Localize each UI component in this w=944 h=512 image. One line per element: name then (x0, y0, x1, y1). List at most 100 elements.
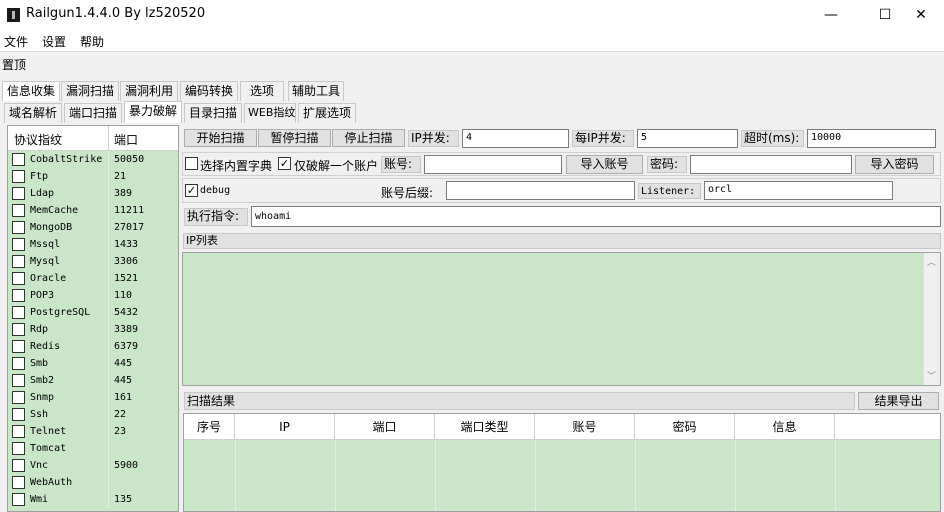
protocol-row[interactable]: Vnc 5900 (8, 457, 178, 474)
debug-checkbox[interactable]: ✓ (185, 184, 198, 197)
exec-command-label: 执行指令: (184, 208, 248, 226)
menu-settings[interactable]: 设置 (42, 33, 66, 50)
protocol-row[interactable]: CobaltStrike 50050 (8, 151, 178, 168)
tab-options[interactable]: 选项 (240, 81, 284, 101)
protocol-row[interactable]: Telnet 23 (8, 423, 178, 440)
protocol-checkbox[interactable] (12, 459, 25, 472)
protocol-checkbox[interactable] (12, 493, 25, 506)
tab-vuln-exploit[interactable]: 漏洞利用 (120, 81, 178, 101)
protocol-checkbox[interactable] (12, 153, 25, 166)
protocol-checkbox[interactable] (12, 272, 25, 285)
scroll-down-arrow-icon[interactable]: ﹀ (927, 369, 936, 382)
col-result-port[interactable]: 端口 (335, 414, 435, 440)
col-info[interactable]: 信息 (735, 414, 835, 440)
protocol-checkbox[interactable] (12, 357, 25, 370)
protocol-port: 445 (114, 375, 133, 386)
protocol-checkbox[interactable] (12, 374, 25, 387)
protocol-name: Vnc (30, 460, 49, 471)
menu-help[interactable]: 帮助 (80, 33, 104, 50)
stop-scan-button[interactable]: 停止扫描 (332, 129, 405, 147)
scroll-up-arrow-icon[interactable]: ︿ (927, 255, 936, 268)
tab-brute-force[interactable]: 暴力破解 (124, 101, 182, 123)
protocol-row[interactable]: Smb2 445 (8, 372, 178, 389)
listener-input[interactable]: orcl (704, 181, 893, 200)
tab-info-gathering[interactable]: 信息收集 (2, 81, 60, 101)
password-input[interactable] (690, 155, 852, 174)
import-password-button[interactable]: 导入密码 (855, 155, 934, 174)
protocol-checkbox[interactable] (12, 289, 25, 302)
menu-file[interactable]: 文件 (4, 33, 28, 50)
protocol-row[interactable]: Redis 6379 (8, 338, 178, 355)
tab-vuln-scan[interactable]: 漏洞扫描 (61, 81, 119, 101)
protocol-checkbox[interactable] (12, 255, 25, 268)
ip-list-textarea[interactable]: ︿ ﹀ (182, 252, 941, 386)
close-button[interactable]: ✕ (898, 0, 944, 30)
per-ip-concurrency-input[interactable]: 5 (637, 129, 738, 148)
protocol-checkbox[interactable] (12, 391, 25, 404)
protocol-checkbox[interactable] (12, 221, 25, 234)
protocol-row[interactable]: Ldap 389 (8, 185, 178, 202)
protocol-row[interactable]: MemCache 11211 (8, 202, 178, 219)
col-password[interactable]: 密码 (635, 414, 735, 440)
protocol-checkbox[interactable] (12, 476, 25, 489)
tab-domain-resolve[interactable]: 域名解析 (4, 103, 62, 123)
export-results-button[interactable]: 结果导出 (858, 392, 939, 410)
protocol-port: 161 (114, 392, 133, 403)
tab-web-fingerprint[interactable]: WEB指纹 (244, 103, 296, 123)
ip-list-scrollbar[interactable]: ︿ ﹀ (923, 253, 940, 385)
protocol-row[interactable]: Ftp 21 (8, 168, 178, 185)
col-ip[interactable]: IP (235, 414, 335, 440)
protocol-checkbox[interactable] (12, 323, 25, 336)
tab-aux-tools[interactable]: 辅助工具 (288, 81, 344, 101)
timeout-input[interactable]: 10000 (807, 129, 936, 148)
protocol-row[interactable]: Tomcat (8, 440, 178, 457)
protocol-row[interactable]: Snmp 161 (8, 389, 178, 406)
tab-dir-scan[interactable]: 目录扫描 (184, 103, 242, 123)
ip-concurrency-input[interactable]: 4 (462, 129, 569, 148)
account-input[interactable] (424, 155, 562, 174)
exec-command-input[interactable]: whoami (251, 206, 941, 227)
protocol-name: Ftp (30, 171, 49, 182)
protocol-row[interactable]: Mssql 1433 (8, 236, 178, 253)
protocol-checkbox[interactable] (12, 204, 25, 217)
protocol-table: 协议指纹 端口 CobaltStrike 50050 Ftp 21 Ldap 389 Mem… (7, 125, 179, 512)
col-account[interactable]: 账号 (535, 414, 635, 440)
pause-scan-button[interactable]: 暂停扫描 (258, 129, 331, 147)
protocol-row[interactable]: Mysql 3306 (8, 253, 178, 270)
protocol-row[interactable]: MongoDB 27017 (8, 219, 178, 236)
protocol-row[interactable]: WebAuth (8, 474, 178, 491)
protocol-row[interactable]: POP3 110 (8, 287, 178, 304)
protocol-checkbox[interactable] (12, 340, 25, 353)
import-account-button[interactable]: 导入账号 (566, 155, 643, 174)
protocol-row[interactable]: Oracle 1521 (8, 270, 178, 287)
protocol-row[interactable]: PostgreSQL 5432 (8, 304, 178, 321)
col-protocol[interactable]: 协议指纹 (14, 131, 62, 148)
scan-results-table: 序号 IP 端口 端口类型 账号 密码 信息 (183, 413, 941, 512)
col-port[interactable]: 端口 (114, 131, 138, 148)
col-index[interactable]: 序号 (184, 414, 235, 440)
tab-port-scan[interactable]: 端口扫描 (64, 103, 122, 123)
pin-on-top-toggle[interactable]: 置顶 (2, 56, 26, 73)
protocol-checkbox[interactable] (12, 187, 25, 200)
minimize-button[interactable]: — (808, 0, 854, 30)
protocol-row[interactable]: Rdp 3389 (8, 321, 178, 338)
account-suffix-input[interactable] (446, 181, 635, 200)
protocol-port: 11211 (114, 205, 145, 216)
col-port-type[interactable]: 端口类型 (435, 414, 535, 440)
protocol-checkbox[interactable] (12, 442, 25, 455)
protocol-row[interactable]: Ssh 22 (8, 406, 178, 423)
protocol-row[interactable]: Wmi 135 (8, 491, 178, 508)
protocol-row[interactable]: Smb 445 (8, 355, 178, 372)
protocol-checkbox[interactable] (12, 238, 25, 251)
tab-encoding[interactable]: 编码转换 (180, 81, 238, 101)
app-icon (7, 8, 20, 22)
protocol-checkbox[interactable] (12, 425, 25, 438)
account-suffix-label: 账号后缀: (381, 186, 434, 200)
start-scan-button[interactable]: 开始扫描 (184, 129, 257, 147)
protocol-checkbox[interactable] (12, 408, 25, 421)
protocol-checkbox[interactable] (12, 170, 25, 183)
builtin-dict-checkbox[interactable] (185, 157, 198, 170)
only-one-account-checkbox[interactable]: ✓ (278, 157, 291, 170)
protocol-checkbox[interactable] (12, 306, 25, 319)
tab-extended-options[interactable]: 扩展选项 (298, 103, 356, 123)
